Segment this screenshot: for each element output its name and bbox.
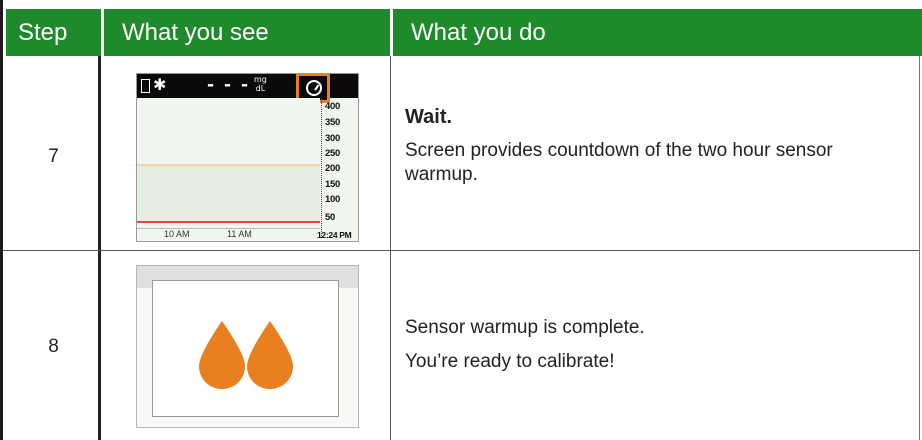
y-tick-label: 400	[325, 101, 340, 112]
y-tick-label: 100	[325, 194, 340, 205]
battery-icon	[141, 79, 150, 93]
step-8-instructions: Sensor warmup is complete. You’re ready …	[405, 316, 905, 384]
instructions-table: Step What you see What you do 7 ✱ - - - …	[0, 0, 922, 440]
y-tick-label: 300	[325, 133, 340, 144]
step-number: 7	[48, 146, 59, 167]
warmup-clock-icon	[306, 80, 322, 96]
receiver-screen-warmup-complete	[136, 265, 359, 428]
trend-graph	[137, 98, 320, 229]
column-divider	[390, 56, 391, 440]
blood-drop-icon	[247, 321, 293, 389]
bluetooth-icon: ✱	[153, 75, 167, 94]
target-range-band	[137, 164, 320, 221]
y-tick-label: 200	[325, 163, 340, 174]
y-tick-label: 50	[325, 212, 335, 223]
step-line: Sensor warmup is complete.	[405, 317, 645, 338]
calibration-prompt-panel	[152, 280, 339, 417]
header-what-you-do: What you do	[393, 9, 922, 56]
step-number: 8	[48, 336, 59, 357]
step-7-instructions: Wait. Screen provides countdown of the t…	[405, 105, 905, 197]
receiver-screen-warmup: ✱ - - - mg dL 400 350 300 250 200 150 100…	[136, 73, 359, 242]
y-tick-label: 150	[325, 179, 340, 190]
step-title: Wait.	[405, 106, 453, 128]
column-divider	[98, 56, 101, 440]
unit-label: mg dL	[254, 75, 267, 93]
current-time: 12:24 PM	[317, 230, 352, 240]
step-line: You’re ready to calibrate!	[405, 351, 615, 372]
row-divider	[3, 250, 920, 251]
x-tick-label: 10 AM	[164, 229, 190, 239]
table-right-border	[919, 56, 920, 440]
header-what-you-see: What you see	[104, 9, 390, 56]
glucose-reading: - - -	[207, 75, 251, 95]
header-step: Step	[6, 9, 101, 56]
x-tick-label: 11 AM	[227, 229, 252, 239]
status-bar: ✱ - - - mg dL	[137, 74, 358, 103]
blood-drop-icon	[199, 321, 245, 389]
high-threshold-line	[137, 164, 320, 166]
y-axis-line	[321, 98, 323, 238]
y-tick-label: 250	[325, 148, 340, 159]
step-description: Screen provides countdown of the two hou…	[405, 140, 833, 185]
y-tick-label: 350	[325, 117, 340, 128]
low-threshold-line	[137, 221, 320, 223]
